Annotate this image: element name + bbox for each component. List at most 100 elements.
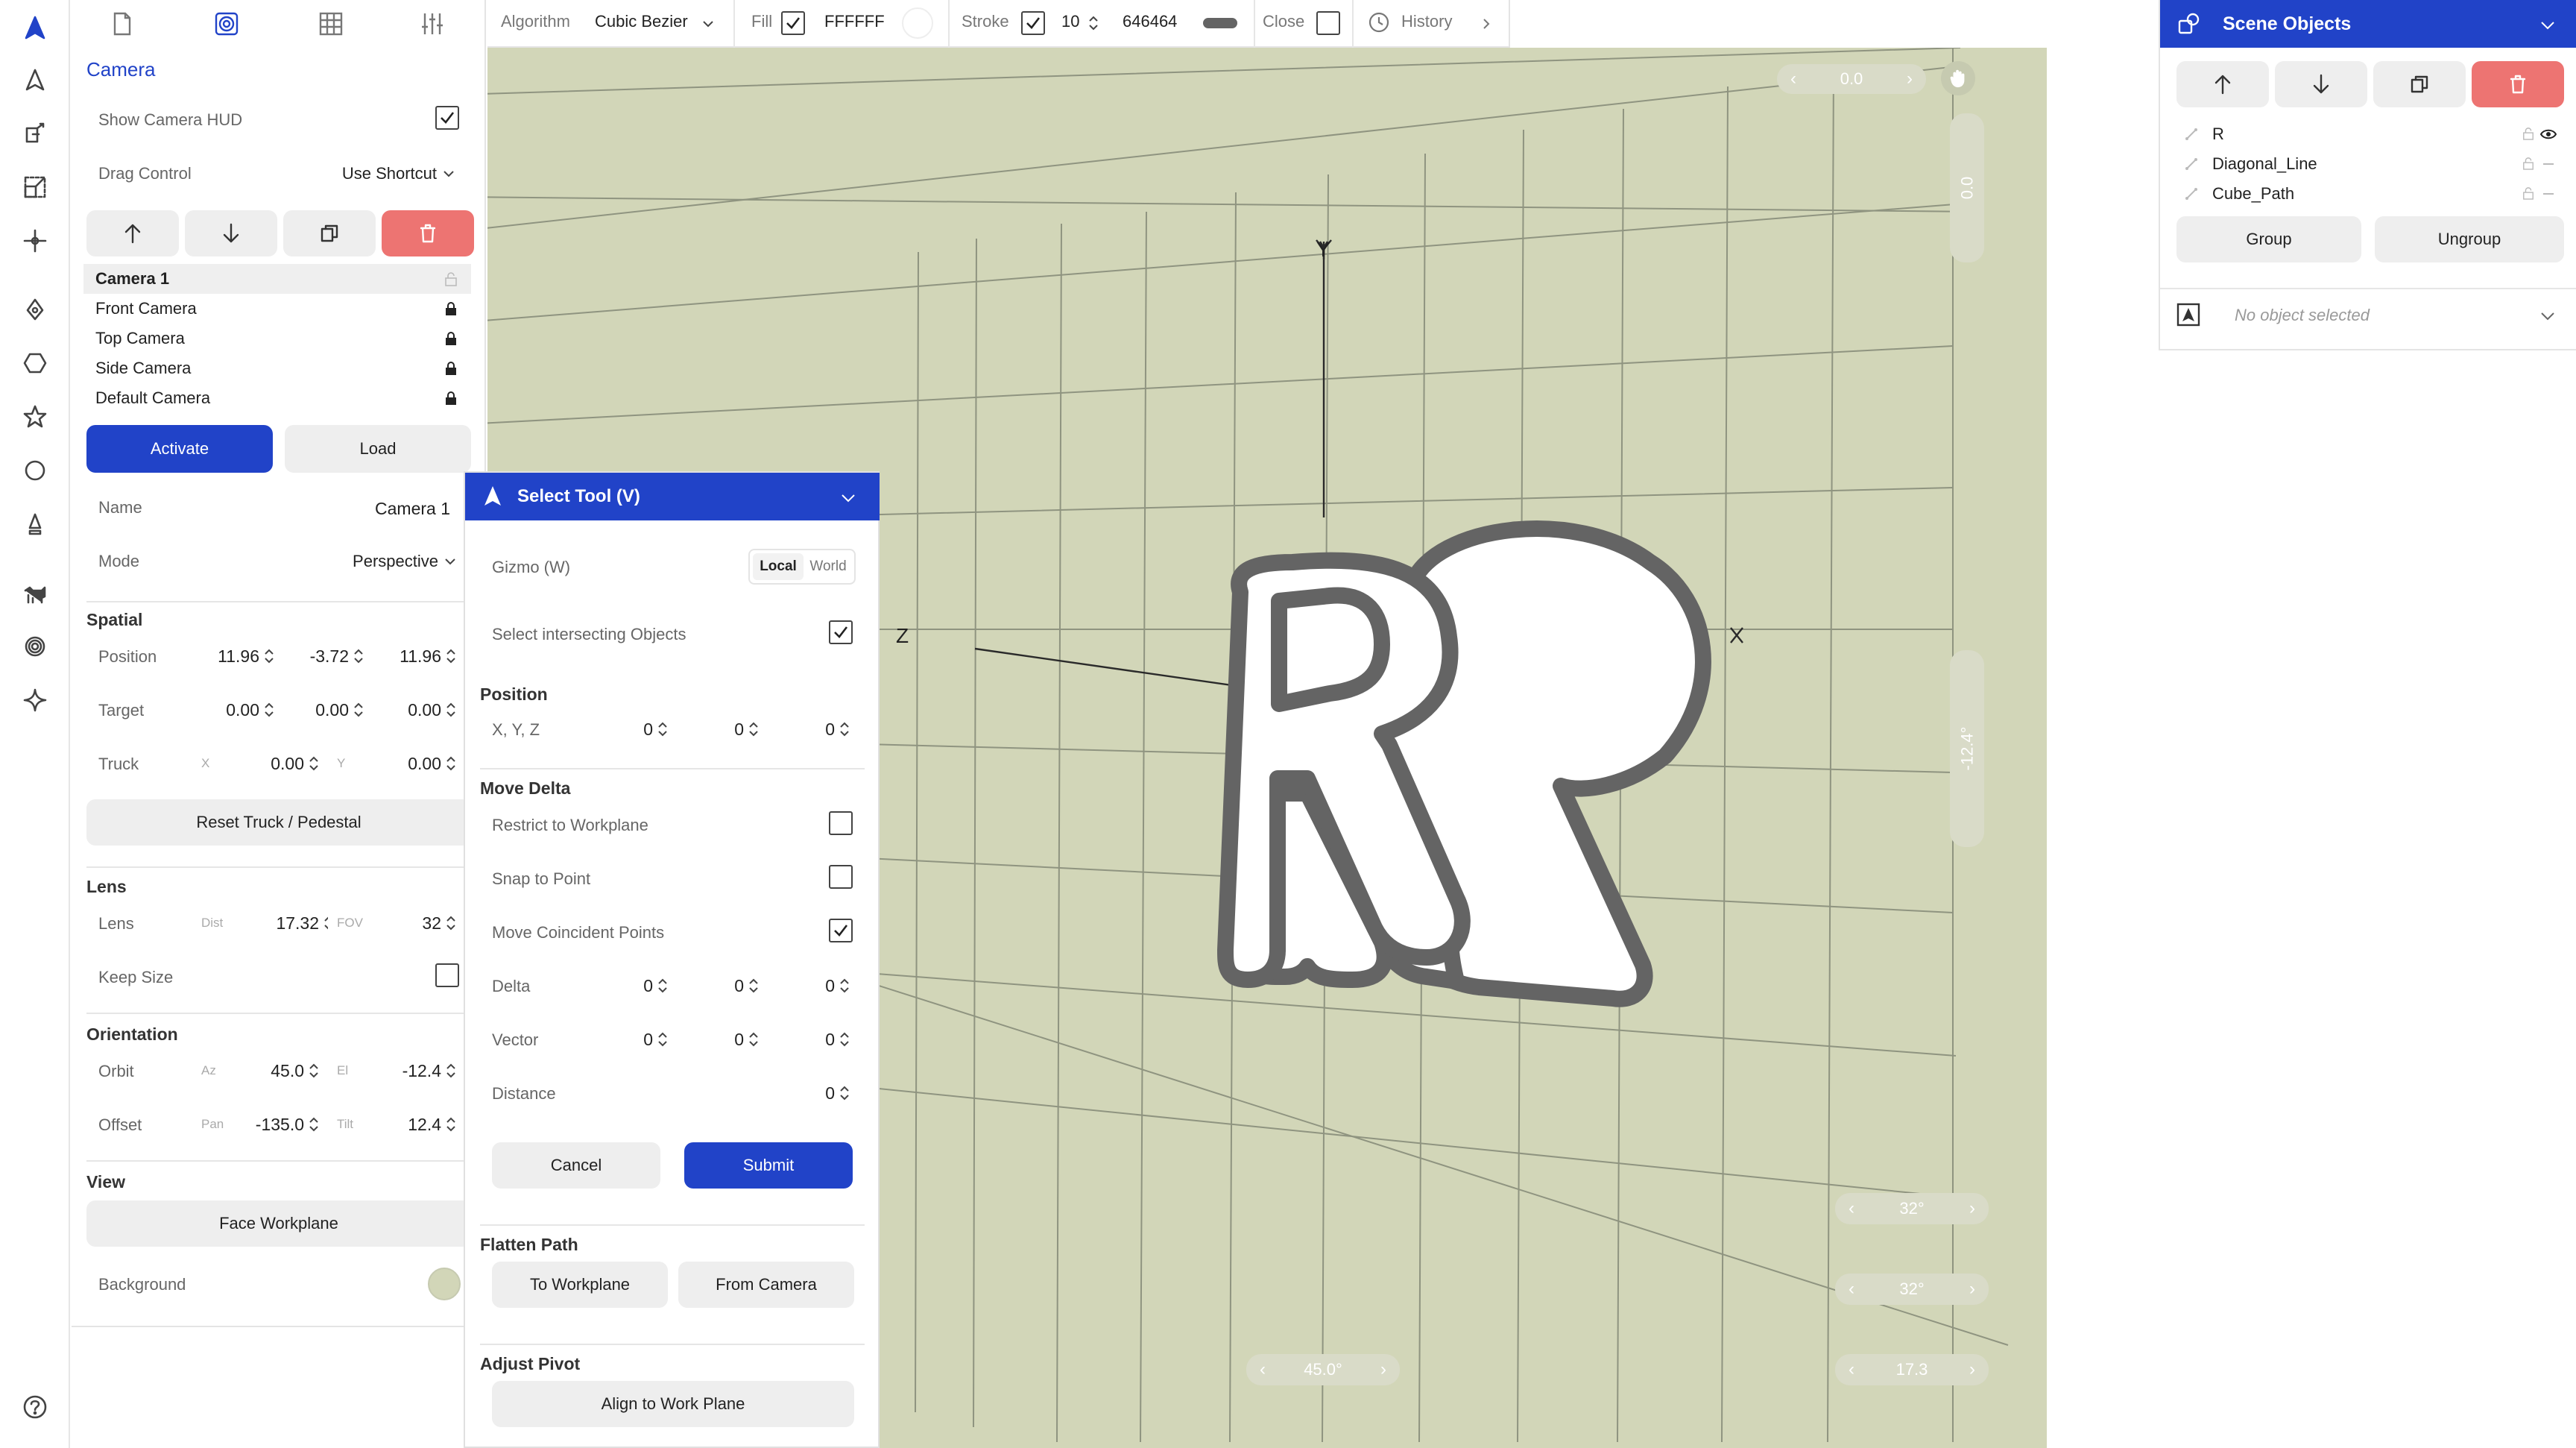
spinner-icon[interactable] [1088,15,1099,31]
polygon-icon[interactable] [16,344,54,382]
face-workplane-button[interactable]: Face Workplane [86,1200,471,1247]
align-workplane-button[interactable]: Align to Work Plane [492,1381,854,1427]
chevron-left-icon[interactable]: ‹ [1849,1354,1854,1385]
top-rotation-control[interactable]: ‹ 0.0 › [1777,64,1926,94]
tab-document[interactable] [109,10,136,37]
drag-control-select[interactable]: Use Shortcut [250,157,459,191]
close-checkbox[interactable] [1316,11,1340,35]
fill-checkbox[interactable] [781,11,805,35]
vector-x-input[interactable]: 0 [586,1022,672,1057]
pos-x-input[interactable]: 0 [586,711,672,747]
truck-y-input[interactable]: Y 0.00 [328,746,461,781]
chevron-down-icon[interactable] [839,489,857,507]
move-up-button[interactable] [86,210,179,256]
select-tool-header[interactable]: Select Tool (V) [465,473,880,520]
keep-size-checkbox[interactable] [435,963,459,987]
target-x-input[interactable]: 0.00 [192,692,279,728]
gizmo-local-option[interactable]: Local [753,553,804,580]
move-object-down-button[interactable] [2275,61,2367,107]
transform-icon[interactable] [16,115,54,152]
delta-x-input[interactable]: 0 [586,968,672,1004]
position-x-input[interactable]: 11.96 [192,638,279,674]
chevron-down-icon[interactable] [2539,307,2557,325]
text-tool-icon[interactable] [16,506,54,543]
chevron-left-icon[interactable]: ‹ [1790,64,1796,94]
snap-checkbox[interactable] [829,865,853,889]
fov-input[interactable]: FOV 32 [328,905,461,941]
pos-z-input[interactable]: 0 [768,711,854,747]
from-camera-button[interactable]: From Camera [678,1262,854,1308]
restrict-checkbox[interactable] [829,811,853,835]
gizmo-world-option[interactable]: World [804,553,853,580]
stroke-color-value[interactable]: 646464 [1123,12,1177,31]
duplicate-object-button[interactable] [2373,61,2466,107]
chevron-right-icon[interactable] [1479,16,1494,31]
load-button[interactable]: Load [285,425,471,473]
unlock-icon[interactable] [2522,157,2534,170]
coincident-checkbox[interactable] [829,919,853,942]
star-icon[interactable] [16,398,54,435]
azimuth-input[interactable]: Az 45.0 [192,1053,323,1089]
camera-list-item[interactable]: Side Camera [83,353,471,383]
fill-color-swatch[interactable] [902,7,933,39]
lock-icon[interactable] [444,301,458,316]
lock-icon[interactable] [444,361,458,376]
sparkle-icon[interactable] [16,681,54,719]
history-icon[interactable] [1367,10,1391,34]
unlock-icon[interactable] [2522,127,2534,140]
delta-z-input[interactable]: 0 [768,968,854,1004]
camera-list-item[interactable]: Top Camera [83,324,471,353]
group-button[interactable]: Group [2176,216,2361,262]
duplicate-button[interactable] [283,210,376,256]
scale-icon[interactable] [16,169,54,206]
scene-objects-header[interactable]: Scene Objects [2160,0,2576,48]
fov-control-a[interactable]: ‹ 32° › [1835,1193,1989,1224]
help-icon[interactable] [16,1388,54,1426]
hidden-dash-icon[interactable] [2540,158,2557,170]
intersecting-checkbox[interactable] [829,620,853,644]
vector-z-input[interactable]: 0 [768,1022,854,1057]
target-z-input[interactable]: 0.00 [371,692,461,728]
vertical-offset-control[interactable]: 0.0 [1950,113,1984,262]
position-y-input[interactable]: -3.72 [282,638,368,674]
chevron-left-icon[interactable]: ‹ [1849,1193,1854,1224]
pos-y-input[interactable]: 0 [677,711,763,747]
delete-object-button[interactable] [2472,61,2564,107]
tilt-input[interactable]: Tilt 12.4 [328,1107,461,1142]
background-color-swatch[interactable] [428,1268,461,1300]
distance-control[interactable]: ‹ 17.3 › [1835,1354,1989,1385]
unlock-icon[interactable] [444,271,458,286]
select-tool-icon[interactable] [16,9,54,46]
delta-y-input[interactable]: 0 [677,968,763,1004]
chevron-right-icon[interactable]: › [1969,1274,1975,1305]
history-button[interactable]: History [1401,12,1452,31]
scene-object-item[interactable]: Diagonal_Line [2176,149,2564,179]
position-z-input[interactable]: 11.96 [371,638,461,674]
scene-object-item[interactable]: Cube_Path [2176,179,2564,209]
camera-list-item[interactable]: Front Camera [83,294,471,324]
elevation-input[interactable]: El -12.4 [328,1053,461,1089]
elevation-control[interactable]: -12.4° [1950,650,1984,847]
circle-icon[interactable] [16,452,54,489]
chevron-right-icon[interactable]: › [1969,1354,1975,1385]
vector-y-input[interactable]: 0 [677,1022,763,1057]
truck-x-input[interactable]: X 0.00 [192,746,323,781]
fill-color-value[interactable]: FFFFFF [824,12,885,31]
animal-icon[interactable] [16,574,54,611]
reset-truck-button[interactable]: Reset Truck / Pedestal [86,799,471,846]
move-object-up-button[interactable] [2176,61,2269,107]
to-workplane-button[interactable]: To Workplane [492,1262,668,1308]
pan-input[interactable]: Pan -135.0 [192,1107,323,1142]
target-y-input[interactable]: 0.00 [282,692,368,728]
azimuth-control[interactable]: ‹ 45.0° › [1246,1354,1400,1385]
camera-list-item[interactable]: Default Camera [83,383,471,413]
pan-hand-button[interactable] [1941,61,1975,95]
lock-icon[interactable] [444,331,458,346]
ungroup-button[interactable]: Ungroup [2375,216,2564,262]
pivot-icon[interactable] [16,222,54,259]
cancel-button[interactable]: Cancel [492,1142,660,1189]
chevron-right-icon[interactable]: › [1380,1354,1386,1385]
chevron-left-icon[interactable]: ‹ [1849,1274,1854,1305]
submit-button[interactable]: Submit [684,1142,853,1189]
scene-object-item[interactable]: R [2176,119,2564,149]
